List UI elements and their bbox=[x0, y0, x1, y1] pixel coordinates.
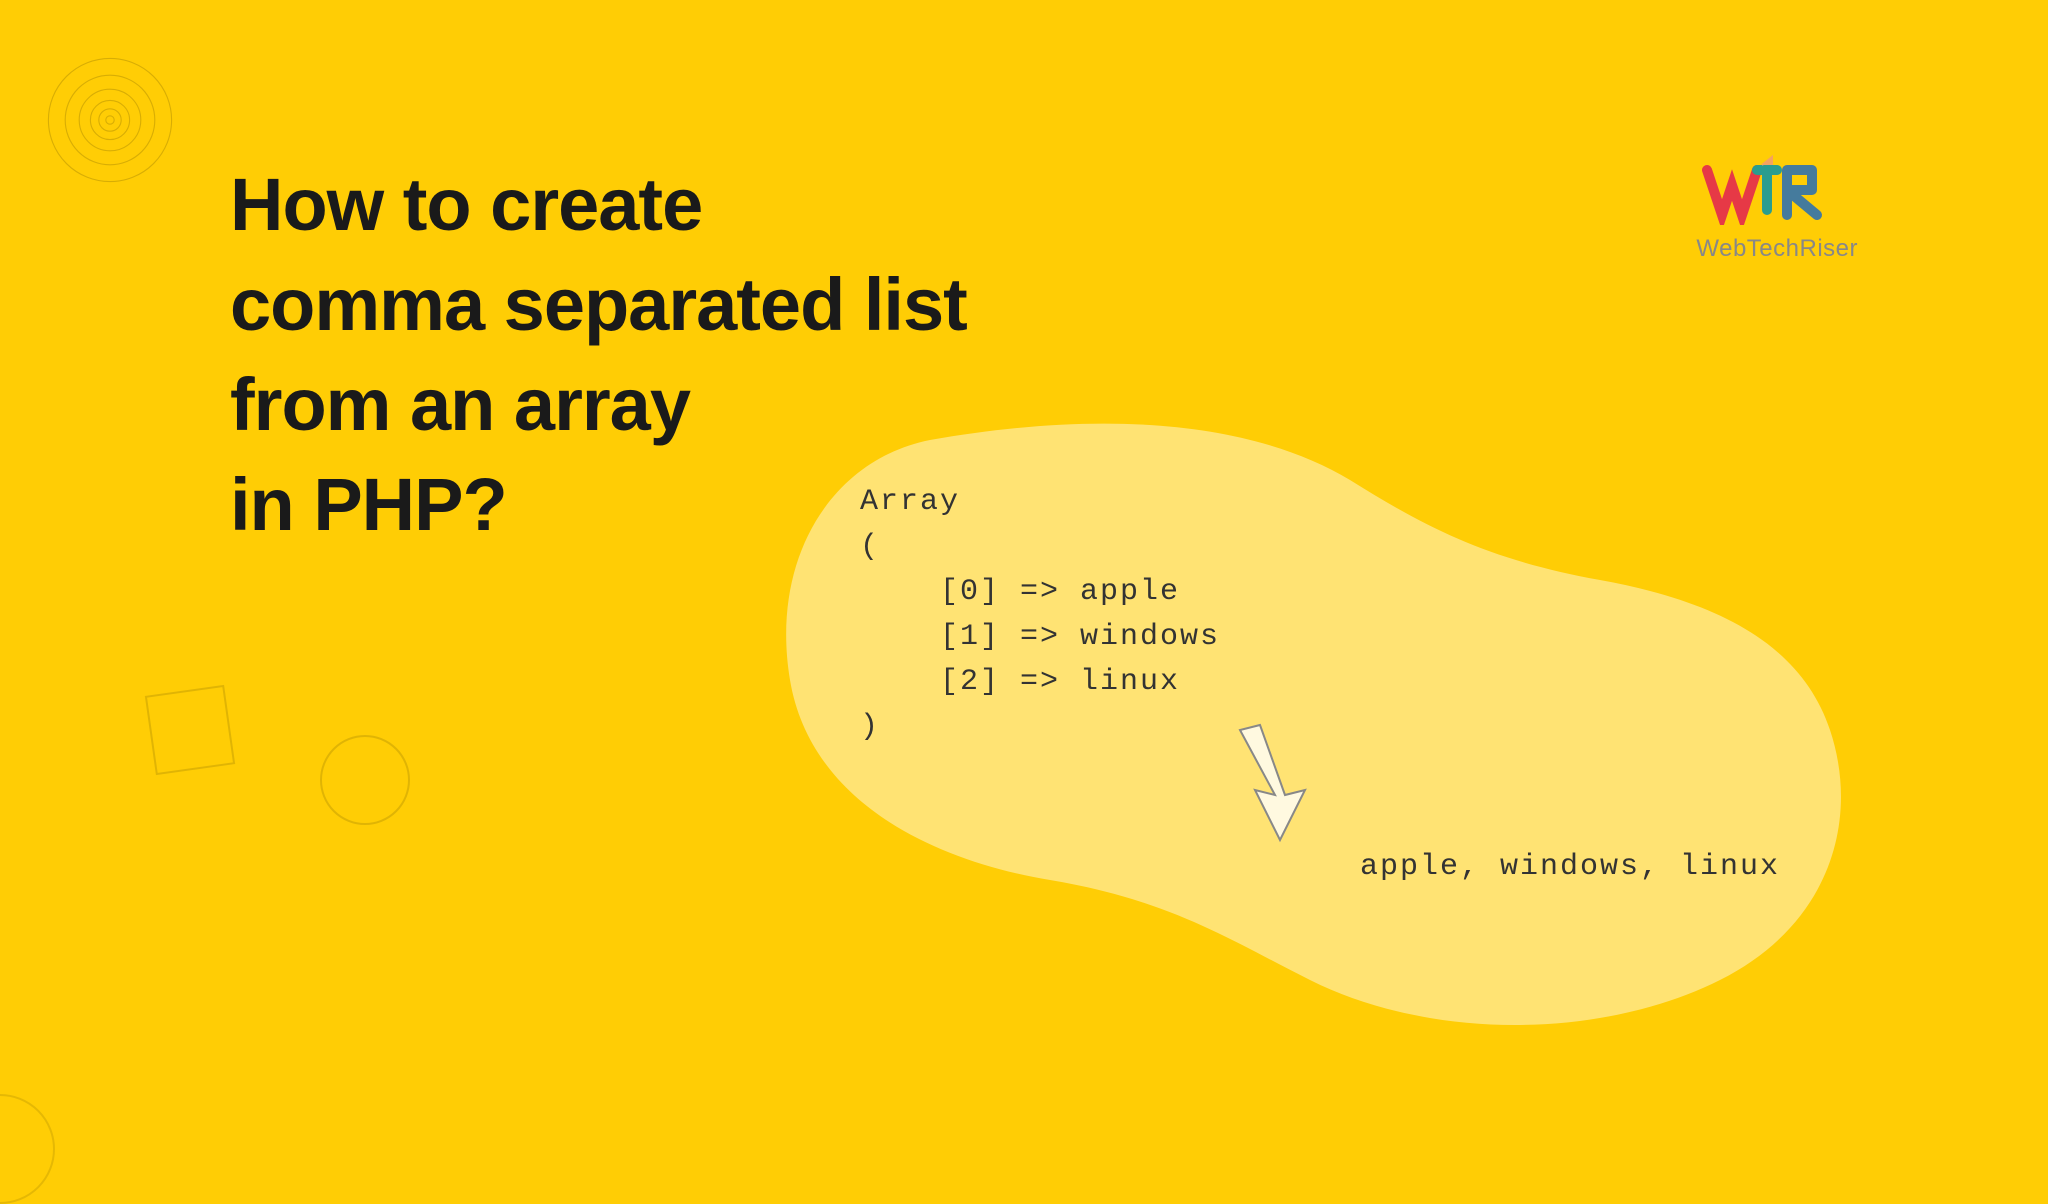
code-item-0: [0] => apple bbox=[860, 575, 1180, 609]
spiral-decoration bbox=[40, 50, 180, 190]
output-text: apple, windows, linux bbox=[1360, 850, 1780, 884]
code-block: Array ( [0] => apple [1] => windows [2] … bbox=[860, 480, 1220, 750]
title-line-3: from an array bbox=[230, 363, 690, 446]
code-array-label: Array bbox=[860, 485, 960, 519]
code-item-1: [1] => windows bbox=[860, 620, 1220, 654]
logo: WebTechRiser bbox=[1696, 155, 1858, 263]
title-line-4: in PHP? bbox=[230, 463, 507, 546]
quarter-circle-decoration bbox=[0, 1094, 55, 1204]
title-line-2: comma separated list bbox=[230, 263, 967, 346]
title-line-1: How to create bbox=[230, 163, 702, 246]
logo-icon bbox=[1702, 155, 1852, 225]
circle-decoration bbox=[320, 735, 410, 825]
code-item-2: [2] => linux bbox=[860, 665, 1180, 699]
logo-text: WebTechRiser bbox=[1696, 235, 1858, 263]
arrow-icon bbox=[1220, 720, 1330, 850]
code-close-paren: ) bbox=[860, 710, 880, 744]
square-decoration bbox=[145, 685, 235, 775]
code-open-paren: ( bbox=[860, 530, 880, 564]
